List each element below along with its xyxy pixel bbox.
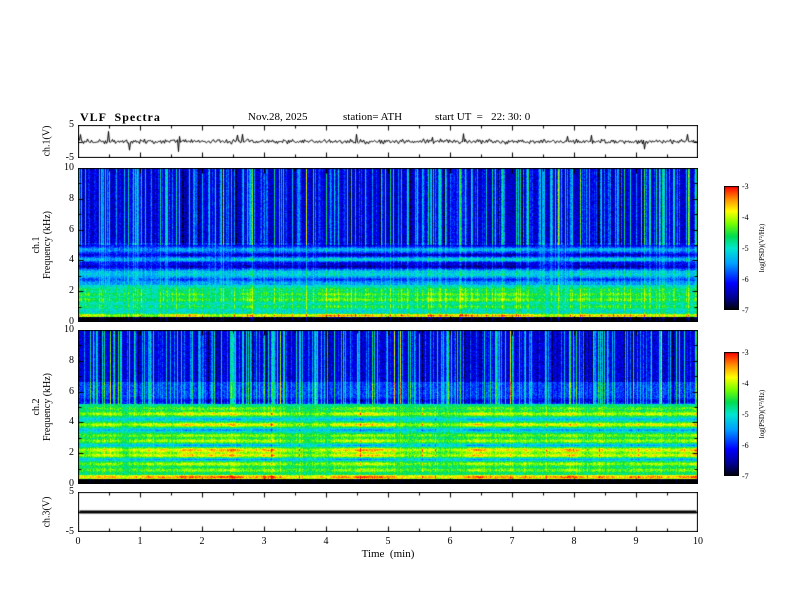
time-tick-label: 0 — [75, 536, 81, 547]
freq-tick-label: 6 — [69, 385, 74, 397]
freq-tick-label: 6 — [69, 223, 74, 235]
freq-tick-label: 10 — [64, 324, 74, 335]
colorbar-tick-label: -4 — [742, 213, 749, 222]
ch1-spectrogram-ylabel: ch.1 Frequency (kHz) — [31, 211, 53, 279]
time-tick-label: 10 — [693, 536, 703, 547]
ch1-waveform-canvas — [78, 125, 698, 158]
ch2-spectrogram-ylabel: ch.2 Frequency (kHz) — [31, 373, 53, 441]
ch3-waveform-ylabel: ch.3(V) — [41, 496, 53, 528]
time-tick-label: 3 — [261, 536, 267, 547]
ch2-spectrogram-canvas — [78, 330, 698, 484]
figure-date: Nov.28, 2025 — [248, 111, 308, 123]
ch3-waveform-canvas — [78, 492, 698, 532]
colorbar1-canvas — [724, 186, 739, 310]
figure-title: VLF Spectra — [80, 110, 161, 124]
colorbar2-canvas — [724, 352, 739, 476]
time-tick-label: 4 — [323, 536, 329, 547]
colorbar-tick-label: -4 — [742, 379, 749, 388]
time-tick-label: 8 — [571, 536, 577, 547]
ch1-waveform-ylabel: ch.1(V) — [41, 125, 53, 157]
colorbar-tick-label: -3 — [742, 348, 749, 357]
ch1-spectrogram-ylabel-line1: ch.1 — [31, 236, 42, 254]
colorbar-tick-label: -7 — [742, 472, 749, 481]
volt-tick-label: 5 — [69, 486, 74, 497]
time-axis-title: Time (min) — [361, 548, 415, 560]
freq-tick-label: 2 — [69, 447, 74, 459]
start-ut-label: start UT = 22: 30: 0 — [435, 111, 531, 123]
colorbar-tick-label: -6 — [742, 441, 749, 450]
freq-tick-label: 8 — [69, 192, 74, 204]
volt-tick-label: -5 — [65, 526, 74, 537]
freq-tick-label: 8 — [69, 354, 74, 366]
time-tick-label: 2 — [199, 536, 205, 547]
colorbar-tick-label: -5 — [742, 244, 749, 253]
time-tick-label: 1 — [137, 536, 143, 547]
ch1-spectrogram-canvas — [78, 168, 698, 322]
colorbar-tick-label: -3 — [742, 182, 749, 191]
colorbar-tick-label: -6 — [742, 275, 749, 284]
colorbar-tick-label: -7 — [742, 306, 749, 315]
volt-tick-label: -5 — [65, 152, 74, 163]
vlf-spectra-figure: VLF Spectra Nov.28, 2025 station= ATH st… — [0, 0, 792, 612]
colorbar-tick-label: -5 — [742, 410, 749, 419]
ch2-spectrogram-ylabel-line1: ch.2 — [31, 398, 42, 416]
ch1-spectrogram-ylabel-line2: Frequency (kHz) — [42, 210, 53, 280]
time-tick-label: 6 — [447, 536, 453, 547]
time-tick-label: 5 — [385, 536, 391, 547]
station-label: station= ATH — [343, 111, 403, 123]
time-tick-label: 7 — [509, 536, 515, 547]
freq-tick-label: 10 — [64, 162, 74, 173]
freq-tick-label: 4 — [69, 416, 74, 428]
ch2-spectrogram-ylabel-line2: Frequency (kHz) — [42, 372, 53, 442]
time-tick-label: 9 — [633, 536, 639, 547]
freq-tick-label: 2 — [69, 285, 74, 297]
volt-tick-label: 5 — [69, 119, 74, 130]
freq-tick-label: 4 — [69, 254, 74, 266]
